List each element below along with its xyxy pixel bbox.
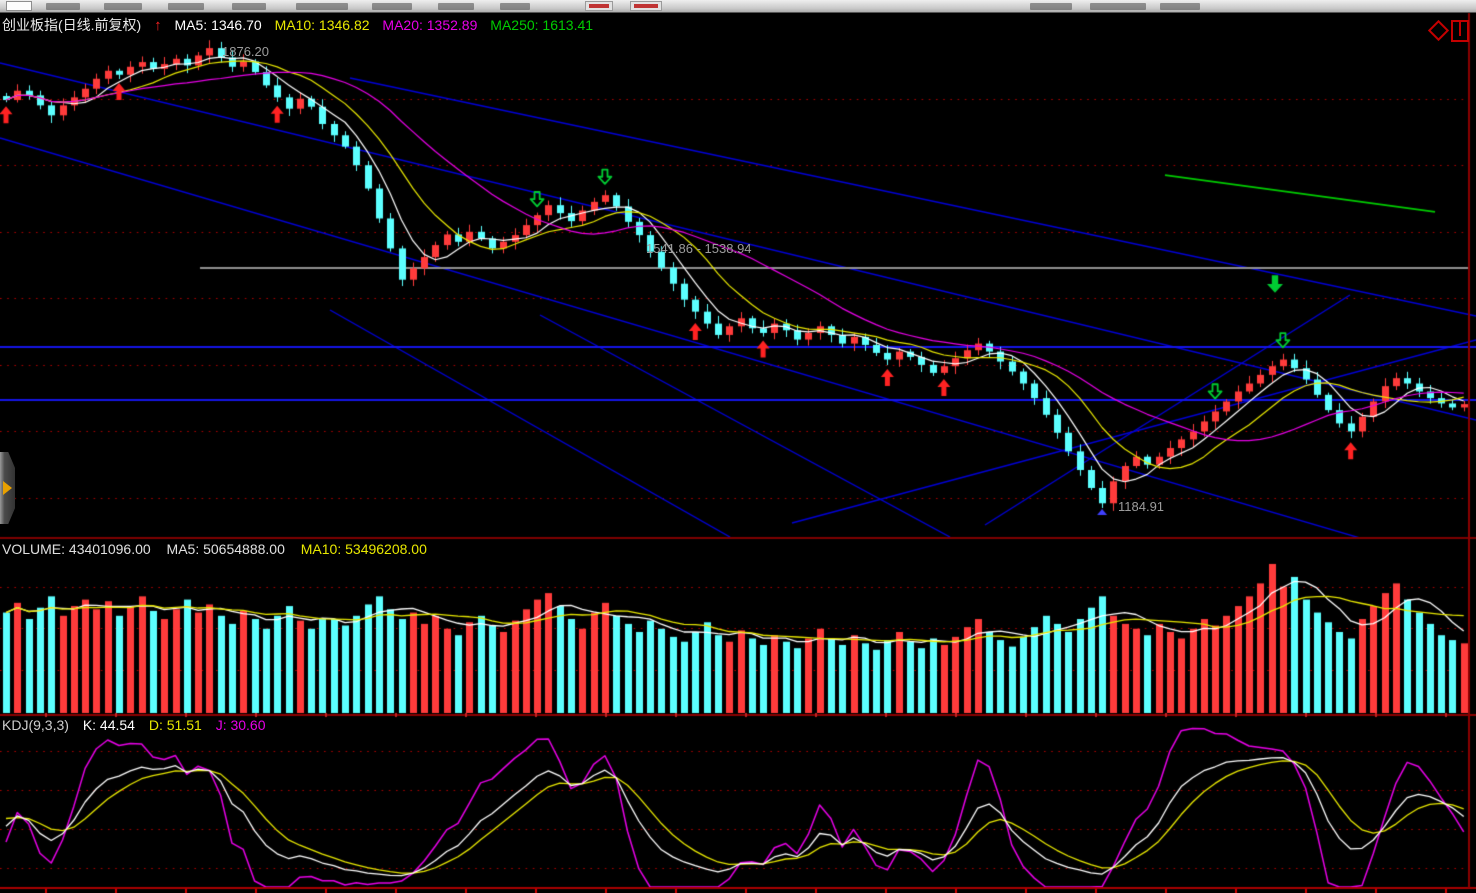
toolbar-item[interactable] — [1090, 3, 1146, 10]
toolbar-badge[interactable] — [630, 1, 662, 11]
ma10-label: MA10: 1346.82 — [274, 17, 370, 33]
toolbar-item[interactable] — [1030, 3, 1072, 10]
main-chart-header: 创业板指(日线.前复权) ↑ MA5: 1346.70 MA10: 1346.8… — [2, 15, 602, 35]
volume-header: VOLUME: 43401096.00 MA5: 50654888.00 MA1… — [2, 541, 439, 557]
toolbar-item[interactable] — [1160, 3, 1200, 10]
toolbar-badge[interactable] — [585, 1, 613, 11]
kdj-d-label: D: 51.51 — [148, 717, 202, 733]
gap-price-label: 1541.86 - 1538.94 — [646, 241, 752, 256]
volume-ma10-label: MA10: 53496208.00 — [300, 541, 427, 557]
split-window-icon[interactable] — [1451, 20, 1469, 42]
volume-label: VOLUME: 43401096.00 — [2, 541, 151, 557]
toolbar-item[interactable] — [296, 3, 348, 10]
chart-canvas[interactable] — [0, 0, 1476, 893]
kdj-header: KDJ(9,3,3) K: 44.54 D: 51.51 J: 30.60 — [2, 717, 276, 733]
toolbar-item[interactable] — [104, 3, 142, 10]
toolbar-item[interactable] — [46, 3, 80, 10]
chart-title: 创业板指(日线.前复权) — [2, 17, 142, 33]
expand-arrow-icon — [3, 481, 12, 495]
up-arrow-icon: ↑ — [154, 17, 162, 34]
volume-ma5-label: MA5: 50654888.00 — [166, 541, 285, 557]
toolbar-item[interactable] — [168, 3, 204, 10]
toolbar-item[interactable] — [372, 3, 412, 10]
toolbar-strip[interactable] — [0, 0, 1476, 13]
trading-app-window: 创业板指(日线.前复权) ↑ MA5: 1346.70 MA10: 1346.8… — [0, 0, 1476, 893]
kdj-name-label: KDJ(9,3,3) — [2, 717, 69, 733]
ma250-label: MA250: 1613.41 — [490, 17, 594, 33]
ma20-label: MA20: 1352.89 — [382, 17, 478, 33]
toolbar-input-stub[interactable] — [6, 1, 32, 11]
sidebar-collapse-handle[interactable] — [0, 452, 15, 524]
kdj-k-label: K: 44.54 — [82, 717, 135, 733]
kdj-j-label: J: 30.60 — [215, 717, 266, 733]
ma5-label: MA5: 1346.70 — [174, 17, 262, 33]
toolbar-item[interactable] — [232, 3, 266, 10]
toolbar-item[interactable] — [500, 3, 530, 10]
peak-price-label: 1876.20 — [222, 44, 269, 59]
low-price-label: 1184.91 — [1118, 499, 1165, 514]
toolbar-item[interactable] — [438, 3, 474, 10]
